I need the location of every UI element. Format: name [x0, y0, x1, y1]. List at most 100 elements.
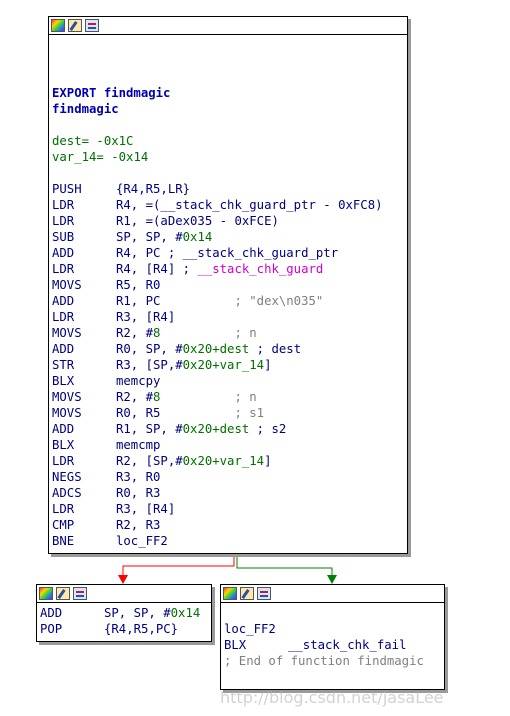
instruction-line: MOVS R5, R0: [52, 277, 407, 293]
operands[interactable]: R4, PC ; __stack_chk_guard_ptr: [116, 245, 338, 261]
operands[interactable]: SP, SP, #: [104, 605, 171, 621]
mnemonic: ADD: [52, 246, 75, 260]
mnemonic: LDR: [52, 262, 75, 276]
main-code-block[interactable]: EXPORT findmagic findmagic dest = -0x1C v…: [48, 16, 408, 554]
instruction-line: BLX memcmp: [52, 437, 407, 453]
instruction-list: PUSH {R4,R5,LR} LDR R4, =(__stack_chk_guard…: [52, 181, 407, 549]
mnemonic: MOVS: [52, 326, 82, 340]
instruction-comment: ; s1: [160, 406, 265, 420]
edit-icon[interactable]: [56, 587, 70, 600]
mnemonic: BNE: [52, 534, 75, 548]
mnemonic: LDR: [52, 198, 75, 212]
edit-icon[interactable]: [240, 587, 254, 600]
mnemonic: NEGS: [52, 470, 82, 484]
instruction-comment: ; "dex\n035": [160, 294, 324, 308]
var-line: dest = -0x1C: [52, 134, 134, 148]
stack-fail-block[interactable]: loc_FF2 BLX __stack_chk_fail ; End of fun…: [220, 584, 445, 690]
instruction-line: LDR R2, [SP,# 0x20+var_14]: [52, 453, 407, 469]
true-branch-edge: [236, 553, 333, 578]
operands[interactable]: R1, =(aDex035 - 0xFCE): [116, 213, 279, 229]
operands[interactable]: R0, SP, #: [116, 341, 183, 357]
operands[interactable]: R0, R5: [116, 405, 160, 421]
operands[interactable]: R4, =(__stack_chk_guard_ptr - 0xFC8): [116, 197, 383, 213]
mnemonic: ADD: [52, 342, 75, 356]
mnemonic: LDR: [52, 502, 75, 516]
mnemonic: ADD: [40, 606, 63, 620]
instruction-line: ADD R0, SP, #0x20+dest ; dest: [52, 341, 407, 357]
mnemonic: LDR: [52, 454, 75, 468]
mnemonic: ADD: [52, 294, 75, 308]
operands[interactable]: __stack_chk_fail: [288, 637, 406, 653]
operands[interactable]: R3, [R4]: [116, 309, 175, 325]
operands[interactable]: R2, #: [116, 389, 153, 405]
xrefs-icon[interactable]: [85, 19, 99, 32]
mnemonic: BLX: [52, 374, 75, 388]
operands[interactable]: R3, [R4]: [116, 501, 175, 517]
instruction-line: POP {R4,R5,PC}: [40, 621, 211, 637]
immediate-operand: 8: [153, 326, 161, 340]
instruction-line: LDR R1, =(aDex035 - 0xFCE): [52, 213, 407, 229]
instruction-line: BLX __stack_chk_fail: [224, 637, 444, 653]
operands[interactable]: R1, PC: [116, 293, 160, 309]
instruction-line: PUSH {R4,R5,LR}: [52, 181, 407, 197]
operands[interactable]: loc_FF2: [116, 533, 168, 549]
mnemonic: MOVS: [52, 390, 82, 404]
operands[interactable]: memcpy: [116, 373, 160, 389]
immediate-operand: 0x20+dest: [182, 342, 250, 356]
operands[interactable]: {R4,R5,LR}: [116, 181, 190, 197]
loc-label[interactable]: loc_FF2: [224, 621, 444, 637]
end-comment: ; End of function findmagic: [224, 654, 424, 668]
operands[interactable]: R0, R3: [116, 485, 160, 501]
instruction-line: BNE loc_FF2: [52, 533, 407, 549]
operands[interactable]: R1, SP, #: [116, 421, 183, 437]
graph-overview-icon[interactable]: [39, 587, 53, 600]
epilogue-block[interactable]: ADD SP, SP, #0x14 POP {R4,R5,PC}: [36, 584, 212, 642]
xrefs-icon[interactable]: [73, 587, 87, 600]
operands[interactable]: R5, R0: [116, 277, 160, 293]
mnemonic: BLX: [52, 438, 75, 452]
mnemonic: POP: [40, 622, 63, 636]
instruction-line: MOVS R2, #8 ; n: [52, 325, 407, 341]
mnemonic: ADD: [52, 422, 75, 436]
operands[interactable]: SP, SP, #: [116, 229, 183, 245]
immediate-operand: 0x14: [182, 230, 213, 244]
function-name-line: findmagic: [52, 102, 119, 116]
operands[interactable]: {R4,R5,PC}: [104, 621, 178, 637]
symbol-reference[interactable]: __stack_chk_guard: [197, 261, 323, 277]
operands[interactable]: R2, #: [116, 325, 153, 341]
instruction-line: MOVS R0, R5 ; s1: [52, 405, 407, 421]
instruction-line: CMP R2, R3: [52, 517, 407, 533]
false-branch-arrow: [118, 575, 128, 584]
graph-overview-icon[interactable]: [51, 19, 65, 32]
mnemonic: ADCS: [52, 486, 82, 500]
mnemonic: PUSH: [52, 182, 82, 196]
instruction-line: MOVS R2, #8 ; n: [52, 389, 407, 405]
graph-overview-icon[interactable]: [223, 587, 237, 600]
instruction-line: STR R3, [SP,# 0x20+var_14]: [52, 357, 407, 373]
instruction-line: ADCS R0, R3: [52, 485, 407, 501]
edit-icon[interactable]: [68, 19, 82, 32]
operands[interactable]: R4, [R4] ;: [116, 261, 197, 277]
true-branch-arrow: [327, 575, 337, 584]
main-code-listing: EXPORT findmagic findmagic dest = -0x1C v…: [49, 35, 407, 549]
instruction-list: ADD SP, SP, #0x14 POP {R4,R5,PC}: [37, 603, 211, 637]
operands[interactable]: memcmp: [116, 437, 160, 453]
operands[interactable]: R3, R0: [116, 469, 160, 485]
xrefs-icon[interactable]: [257, 587, 271, 600]
mnemonic: STR: [52, 358, 75, 372]
operands[interactable]: R2, [SP,#: [116, 453, 183, 469]
instruction-line: LDR R4, [R4] ; __stack_chk_guard: [52, 261, 407, 277]
instruction-line: SUB SP, SP, #0x14: [52, 229, 407, 245]
instruction-line: NEGS R3, R0: [52, 469, 407, 485]
operands[interactable]: R3, [SP,#: [116, 357, 183, 373]
operands[interactable]: R2, R3: [116, 517, 160, 533]
mnemonic: MOVS: [52, 278, 82, 292]
instruction-line: BLX memcpy: [52, 373, 407, 389]
false-branch-edge: [122, 553, 235, 578]
block-titlebar: [221, 585, 444, 603]
operand-tail: ]: [264, 454, 272, 468]
immediate-operand: 0x14: [170, 606, 201, 620]
instruction-comment: ; n: [160, 390, 257, 404]
instruction-line: LDR R3, [R4]: [52, 309, 407, 325]
operand-tail: ]: [264, 358, 272, 372]
